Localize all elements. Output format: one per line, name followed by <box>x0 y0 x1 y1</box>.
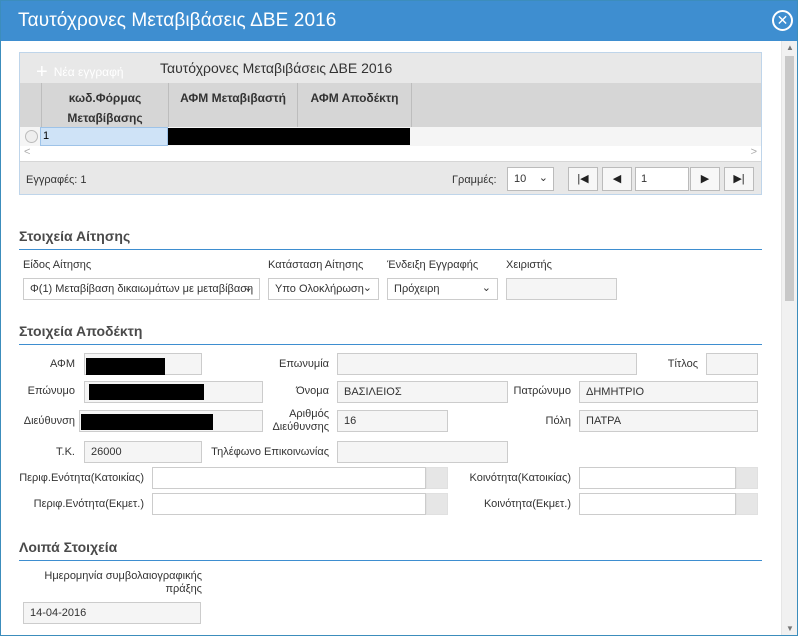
last-page-icon: ▶| <box>733 173 745 185</box>
grid-header: κωδ.Φόρμας Μεταβίβασης ΑΦΜ Μεταβιβαστή Α… <box>20 83 761 127</box>
next-page-button[interactable]: ▶ <box>690 167 720 191</box>
scroll-up-icon[interactable]: ▲ <box>786 43 794 52</box>
street-number-label: Αριθμός Διεύθυνσης <box>269 408 329 434</box>
new-record-button[interactable]: + Νέα εγγραφή <box>36 59 124 83</box>
column-header-recipient-afm[interactable]: ΑΦΜ Αποδέκτη <box>298 83 412 127</box>
request-status-select[interactable]: Υπο Ολοκλήρωση ⌄ <box>268 278 379 300</box>
section-recipient: Στοιχεία Αποδέκτη <box>19 323 762 345</box>
rows-per-page-label: Γραμμές: <box>452 174 497 186</box>
region-residence-label: Περιφ.Ενότητα(Κατοικίας) <box>19 472 144 484</box>
zip-label: Τ.Κ. <box>56 446 75 458</box>
chevron-down-icon: ⌄ <box>362 282 372 294</box>
operator-field[interactable] <box>506 278 617 300</box>
community-farm-field[interactable] <box>579 493 736 515</box>
grid-pager: Εγγραφές: 1 Γραμμές: 10 ⌄ |◀ ◀ 1 ▶ ▶| <box>20 161 761 194</box>
street-number-label-line2: Διεύθυνσης <box>272 421 329 433</box>
phone-label: Τηλέφωνο Επικοινωνίας <box>211 446 329 458</box>
grid-title: Ταυτόχρονες Μεταβιβάσεις ΔΒΕ 2016 <box>160 60 393 76</box>
page-number-input[interactable]: 1 <box>635 167 689 191</box>
contract-date-label-line1: Ημερομηνία συμβολαιογραφικής <box>44 570 202 582</box>
community-residence-field[interactable] <box>579 467 736 489</box>
dialog-window: Ταυτόχρονες Μεταβιβάσεις ΔΒΕ 2016 ✕ ▲ ▼ … <box>0 0 798 636</box>
grid-header-select <box>20 83 42 127</box>
prev-page-icon: ◀ <box>612 173 622 185</box>
section-other: Λοιπά Στοιχεία <box>19 539 762 561</box>
vertical-scrollbar[interactable]: ▲ ▼ <box>781 41 797 635</box>
plus-icon: + <box>36 61 48 83</box>
first-page-icon: |◀ <box>577 173 589 185</box>
chevron-down-icon: ⌄ <box>481 282 491 294</box>
request-status-value: Υπο Ολοκλήρωση <box>275 283 364 295</box>
region-farm-label: Περιφ.Ενότητα(Εκμετ.) <box>33 498 144 510</box>
record-indicator-value: Πρόχειρη <box>394 283 440 295</box>
first-page-button[interactable]: |◀ <box>568 167 598 191</box>
title-label: Τίτλος <box>667 358 698 370</box>
title-field[interactable] <box>706 353 758 375</box>
phone-field[interactable] <box>337 441 508 463</box>
rows-per-page-value: 10 <box>514 173 527 185</box>
column-header-sender-afm[interactable]: ΑΦΜ Μεταβιβαστή <box>169 83 298 127</box>
close-icon[interactable]: ✕ <box>772 10 793 31</box>
region-residence-field[interactable] <box>152 467 426 489</box>
contract-date-field[interactable]: 14-04-2016 <box>23 602 201 624</box>
section-request: Στοιχεία Αίτησης <box>19 228 762 250</box>
horizontal-scrollbar[interactable]: < > <box>20 146 761 161</box>
region-farm-field[interactable] <box>152 493 426 515</box>
redacted-afm-cells <box>168 128 410 145</box>
city-label: Πόλη <box>545 415 571 427</box>
company-name-label: Επωνυμία <box>278 358 329 370</box>
request-type-select[interactable]: Φ(1) Μεταβίβαση δικαιωμάτων με μεταβίβασ… <box>23 278 260 300</box>
zip-field[interactable]: 26000 <box>84 441 202 463</box>
redacted-surname <box>89 384 204 400</box>
street-number-field[interactable]: 16 <box>337 410 448 432</box>
address-label: Διεύθυνση <box>23 415 75 427</box>
request-type-label: Είδος Αίτησης <box>23 259 92 271</box>
contract-date-label-line2: πράξης <box>165 583 202 595</box>
community-residence-label: Κοινότητα(Κατοικίας) <box>469 472 571 484</box>
father-name-label: Πατρώνυμο <box>513 385 571 397</box>
redacted-address <box>81 414 213 430</box>
record-indicator-label: Ένδειξη Εγγραφής <box>387 259 479 271</box>
new-record-label: Νέα εγγραφή <box>53 65 124 79</box>
chevron-down-icon: ⌄ <box>538 172 548 184</box>
next-page-icon: ▶ <box>700 173 710 185</box>
rows-per-page-select[interactable]: 10 ⌄ <box>507 167 554 191</box>
record-indicator-select[interactable]: Πρόχειρη ⌄ <box>387 278 498 300</box>
row-select-radio[interactable] <box>25 130 38 143</box>
grid-toolbar: + Νέα εγγραφή Ταυτόχρονες Μεταβιβάσεις ΔΒ… <box>20 53 761 83</box>
community-residence-lookup-button[interactable] <box>736 467 758 489</box>
scroll-left-icon[interactable]: < <box>24 146 30 158</box>
scroll-right-icon[interactable]: > <box>751 146 757 158</box>
afm-label: ΑΦΜ <box>50 358 75 370</box>
cell-code[interactable]: 1 <box>40 127 168 146</box>
street-number-label-line1: Αριθμός <box>289 408 329 420</box>
operator-label: Χειριστής <box>506 259 552 271</box>
community-farm-lookup-button[interactable] <box>736 493 758 515</box>
redacted-afm <box>86 358 165 375</box>
firstname-label: Όνομα <box>296 385 329 397</box>
window-title: Ταυτόχρονες Μεταβιβάσεις ΔΒΕ 2016 <box>18 10 337 31</box>
contract-date-label: Ημερομηνία συμβολαιογραφικής πράξης <box>21 570 202 596</box>
table-row[interactable]: 1 <box>20 127 761 146</box>
request-type-value: Φ(1) Μεταβίβαση δικαιωμάτων με μεταβίβασ… <box>30 283 254 295</box>
records-count: Εγγραφές: 1 <box>26 174 87 186</box>
prev-page-button[interactable]: ◀ <box>602 167 632 191</box>
surname-label: Επώνυμο <box>27 385 75 397</box>
last-page-button[interactable]: ▶| <box>724 167 754 191</box>
column-header-code[interactable]: κωδ.Φόρμας Μεταβίβασης <box>42 83 169 127</box>
company-name-field[interactable] <box>337 353 637 375</box>
city-field[interactable]: ΠΑΤΡΑ <box>579 410 758 432</box>
scrollbar-thumb[interactable] <box>785 56 794 301</box>
request-status-label: Κατάσταση Αίτησης <box>268 259 364 271</box>
records-grid: + Νέα εγγραφή Ταυτόχρονες Μεταβιβάσεις ΔΒ… <box>19 52 762 195</box>
chevron-down-icon: ⌄ <box>243 282 253 294</box>
father-name-field[interactable]: ΔΗΜΗΤΡΙΟ <box>579 381 758 403</box>
firstname-field[interactable]: ΒΑΣΙΛΕΙΟΣ <box>337 381 508 403</box>
community-farm-label: Κοινότητα(Εκμετ.) <box>483 498 571 510</box>
title-bar: Ταυτόχρονες Μεταβιβάσεις ΔΒΕ 2016 ✕ <box>1 1 797 41</box>
scroll-down-icon[interactable]: ▼ <box>786 624 794 633</box>
